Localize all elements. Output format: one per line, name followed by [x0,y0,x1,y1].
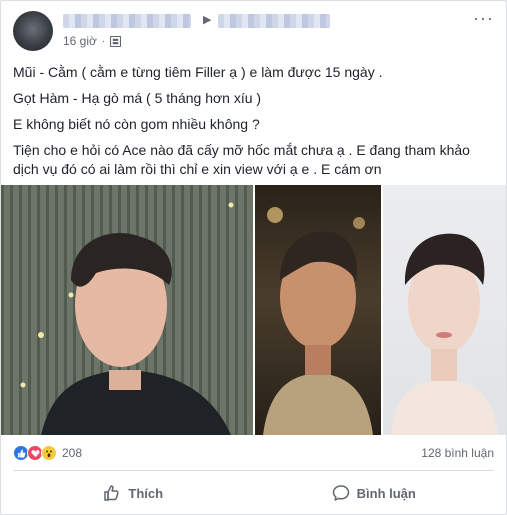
meta-separator: · [101,35,106,47]
photo-grid [1,185,506,435]
globe-icon [110,35,122,47]
reaction-count: 208 [62,446,83,460]
comment-button[interactable]: Bình luận [254,477,495,509]
blurred-author-name [63,14,191,28]
thumbs-up-icon [104,485,120,501]
divider [13,470,494,471]
photo-front-light[interactable] [383,185,506,435]
photo-front-dark[interactable] [255,185,381,435]
comment-count[interactable]: 128 bình luận [421,446,494,460]
blurred-group-name [218,14,330,28]
like-label: Thích [128,485,164,501]
action-bar: Thích Bình luận [13,477,494,509]
like-button[interactable]: Thích [13,477,254,509]
comment-icon [332,485,349,501]
post-time[interactable]: 16 giờ [63,34,97,48]
post-paragraph: Mũi - Cằm ( cằm e từng tiêm Filler ạ ) e… [13,64,383,80]
post-paragraph: E không biết nó còn gom nhiều không ? [13,116,260,132]
post-body: Mũi - Cằm ( cằm e từng tiêm Filler ạ ) e… [13,63,494,186]
photo-profile-side[interactable] [1,185,253,435]
post-card: ▶ 16 giờ · ··· Mũi - Cằm ( cằm e từng ti… [0,0,507,515]
wow-icon [41,445,57,461]
post-paragraph: dịch vụ đó có ai làm rồi thì chỉ e xin v… [13,161,382,177]
avatar[interactable] [13,11,53,51]
more-icon[interactable]: ··· [473,9,494,27]
post-meta: 16 giờ · [63,34,122,48]
reactions-bar: 208 128 bình luận [13,443,494,463]
post-paragraph: Gọt Hàm - Hạ gò má ( 5 tháng hơn xíu ) [13,90,262,106]
reaction-summary[interactable]: 208 [13,445,82,461]
post-header: ▶ 16 giờ · ··· [13,9,494,55]
post-paragraph: Tiện cho e hỏi có Ace nào đã cấy mỡ hốc … [13,142,470,158]
arrow-right-icon: ▶ [203,14,212,26]
comment-label: Bình luận [356,485,416,501]
